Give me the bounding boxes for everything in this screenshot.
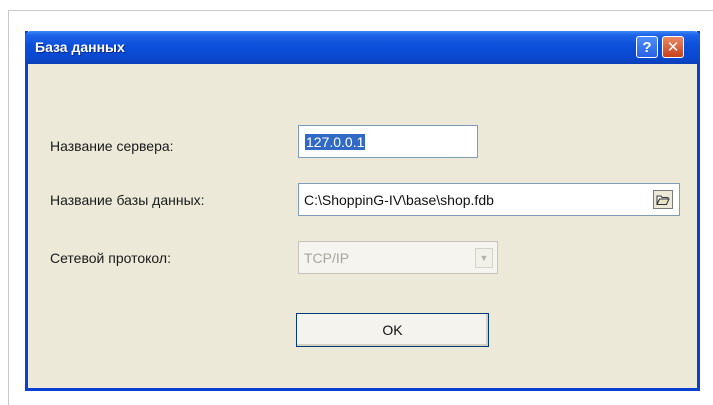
database-name-label: Название базы данных:: [50, 192, 205, 208]
help-icon: ?: [642, 38, 652, 56]
title-bar[interactable]: База данных ? ✕: [25, 31, 700, 64]
browse-button[interactable]: [653, 190, 673, 209]
network-protocol-value: TCP/IP: [304, 250, 350, 266]
network-protocol-label: Сетевой протокол:: [50, 250, 171, 266]
close-button[interactable]: ✕: [662, 36, 684, 58]
server-name-input[interactable]: 127.0.0.1: [298, 125, 478, 158]
database-path-value: C:\ShoppinG-IV\base\shop.fdb: [304, 192, 494, 208]
network-protocol-select[interactable]: TCP/IP ▼: [298, 241, 498, 274]
help-button[interactable]: ?: [636, 36, 658, 58]
chevron-down-icon: ▼: [479, 253, 489, 263]
window-title: База данных: [35, 39, 125, 55]
close-icon: ✕: [666, 39, 680, 56]
dropdown-arrow-button[interactable]: ▼: [475, 248, 493, 268]
database-path-input[interactable]: C:\ShoppinG-IV\base\shop.fdb: [298, 183, 680, 216]
folder-open-icon: [656, 195, 670, 205]
server-name-label: Название сервера:: [50, 138, 174, 154]
server-name-value: 127.0.0.1: [305, 134, 366, 150]
ok-button[interactable]: OK: [296, 313, 489, 347]
